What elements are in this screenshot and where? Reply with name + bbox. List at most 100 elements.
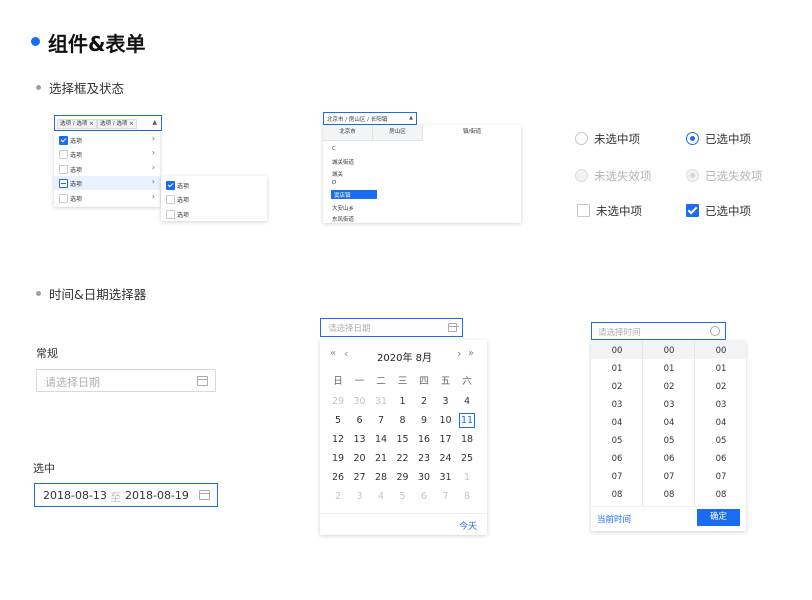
- calendar-day[interactable]: 4: [457, 396, 477, 407]
- calendar-day[interactable]: 6: [350, 415, 370, 426]
- calendar-input[interactable]: 请选择日期: [320, 318, 463, 337]
- calendar-day[interactable]: 11: [459, 413, 475, 428]
- time-option-seconds[interactable]: 01: [697, 364, 745, 374]
- time-option-hours[interactable]: 01: [593, 364, 641, 374]
- list-item[interactable]: 大安山乡: [332, 204, 354, 212]
- time-option-minutes[interactable]: 06: [645, 454, 693, 464]
- calendar-day[interactable]: 26: [328, 472, 348, 483]
- checkbox-indeterminate[interactable]: [59, 179, 68, 188]
- calendar-day[interactable]: 24: [436, 453, 456, 464]
- list-item[interactable]: 选项: [161, 207, 267, 221]
- prev-year-icon[interactable]: «: [330, 348, 336, 359]
- list-item[interactable]: 选项 ›: [54, 133, 160, 147]
- checkbox[interactable]: [166, 210, 175, 219]
- next-year-icon[interactable]: »: [468, 348, 474, 359]
- select-tag[interactable]: 选项 / 选项 ×: [57, 119, 97, 129]
- time-option-seconds[interactable]: 08: [697, 490, 745, 500]
- time-option-minutes[interactable]: 08: [645, 490, 693, 500]
- calendar-day[interactable]: 1: [457, 472, 477, 483]
- checkbox[interactable]: [59, 165, 68, 174]
- list-item[interactable]: 城关: [332, 170, 343, 178]
- checkbox-checked[interactable]: [59, 136, 68, 145]
- prev-month-icon[interactable]: ‹: [344, 347, 348, 360]
- time-option-hours[interactable]: 04: [593, 418, 641, 428]
- calendar-day[interactable]: 14: [371, 434, 391, 445]
- calendar-day[interactable]: 9: [414, 415, 434, 426]
- time-option-minutes[interactable]: 03: [645, 400, 693, 410]
- calendar-day[interactable]: 15: [393, 434, 413, 445]
- today-button[interactable]: 今天: [459, 519, 477, 532]
- time-option-minutes[interactable]: 01: [645, 364, 693, 374]
- clock-icon[interactable]: [710, 326, 720, 336]
- range-start[interactable]: 2018-08-13: [43, 489, 107, 502]
- calendar-day[interactable]: 3: [436, 396, 456, 407]
- calendar-day[interactable]: 29: [328, 396, 348, 407]
- time-option-hours[interactable]: 05: [593, 436, 641, 446]
- now-button[interactable]: 当前时间: [597, 513, 631, 525]
- checkbox-checked[interactable]: [686, 204, 699, 217]
- time-option-seconds[interactable]: 04: [697, 418, 745, 428]
- calendar-day[interactable]: 30: [414, 472, 434, 483]
- calendar-day[interactable]: 16: [414, 434, 434, 445]
- checkbox[interactable]: [59, 194, 68, 203]
- time-option-hours[interactable]: 08: [593, 490, 641, 500]
- time-option-minutes[interactable]: 00: [645, 346, 693, 356]
- calendar-day[interactable]: 25: [457, 453, 477, 464]
- calendar-day[interactable]: 6: [414, 491, 434, 502]
- calendar-day[interactable]: 13: [350, 434, 370, 445]
- caret-up-icon[interactable]: ▲: [152, 119, 157, 126]
- calendar-day[interactable]: 8: [457, 491, 477, 502]
- date-range-input[interactable]: 2018-08-13 至 2018-08-19: [34, 483, 218, 507]
- calendar-day[interactable]: 5: [328, 415, 348, 426]
- list-item[interactable]: 选项: [161, 178, 267, 192]
- confirm-button[interactable]: 确定: [697, 509, 740, 526]
- calendar-day[interactable]: 18: [457, 434, 477, 445]
- time-option-seconds[interactable]: 02: [697, 382, 745, 392]
- list-item-selected[interactable]: 窦店镇: [334, 191, 351, 199]
- date-input[interactable]: 请选择日期: [36, 369, 216, 392]
- calendar-day[interactable]: 2: [328, 491, 348, 502]
- select-tag[interactable]: 选项 / 选项 ×: [97, 119, 137, 129]
- checkbox[interactable]: [59, 150, 68, 159]
- list-item[interactable]: 选项 ›: [54, 191, 160, 205]
- calendar-day[interactable]: 3: [350, 491, 370, 502]
- caret-up-icon[interactable]: ▲: [409, 115, 413, 121]
- time-option-seconds[interactable]: 03: [697, 400, 745, 410]
- calendar-day[interactable]: 20: [350, 453, 370, 464]
- calendar-day[interactable]: 8: [393, 415, 413, 426]
- tab-district[interactable]: 房山区: [373, 125, 423, 140]
- calendar-day[interactable]: 30: [350, 396, 370, 407]
- calendar-day[interactable]: 1: [393, 396, 413, 407]
- list-item[interactable]: 城关街道: [332, 158, 354, 166]
- list-item[interactable]: 选项: [161, 192, 267, 206]
- time-option-minutes[interactable]: 05: [645, 436, 693, 446]
- time-input[interactable]: 请选择时间: [591, 322, 726, 340]
- calendar-day[interactable]: 5: [393, 491, 413, 502]
- time-option-hours[interactable]: 03: [593, 400, 641, 410]
- time-option-hours[interactable]: 06: [593, 454, 641, 464]
- calendar-icon[interactable]: [197, 376, 208, 386]
- tab-street[interactable]: 镇/街道: [423, 125, 521, 141]
- calendar-day[interactable]: 4: [371, 491, 391, 502]
- range-end[interactable]: 2018-08-19: [125, 489, 189, 502]
- calendar-day[interactable]: 7: [371, 415, 391, 426]
- time-option-seconds[interactable]: 06: [697, 454, 745, 464]
- time-option-seconds[interactable]: 00: [697, 346, 745, 356]
- radio-selected[interactable]: [686, 132, 699, 145]
- list-item[interactable]: 选项 ›: [54, 176, 160, 190]
- list-item[interactable]: 选项 ›: [54, 162, 160, 176]
- list-item[interactable]: 选项 ›: [54, 147, 160, 161]
- time-option-hours[interactable]: 07: [593, 472, 641, 482]
- calendar-icon[interactable]: [199, 490, 210, 500]
- time-option-minutes[interactable]: 07: [645, 472, 693, 482]
- calendar-day[interactable]: 31: [436, 472, 456, 483]
- time-option-hours[interactable]: 02: [593, 382, 641, 392]
- next-month-icon[interactable]: ›: [457, 347, 461, 360]
- calendar-day[interactable]: 27: [350, 472, 370, 483]
- calendar-day[interactable]: 31: [371, 396, 391, 407]
- calendar-day[interactable]: 2: [414, 396, 434, 407]
- calendar-day[interactable]: 17: [436, 434, 456, 445]
- calendar-day[interactable]: 23: [414, 453, 434, 464]
- multi-select-input[interactable]: 选项 / 选项 × 选项 / 选项 × ▲: [54, 115, 162, 131]
- calendar-day[interactable]: 19: [328, 453, 348, 464]
